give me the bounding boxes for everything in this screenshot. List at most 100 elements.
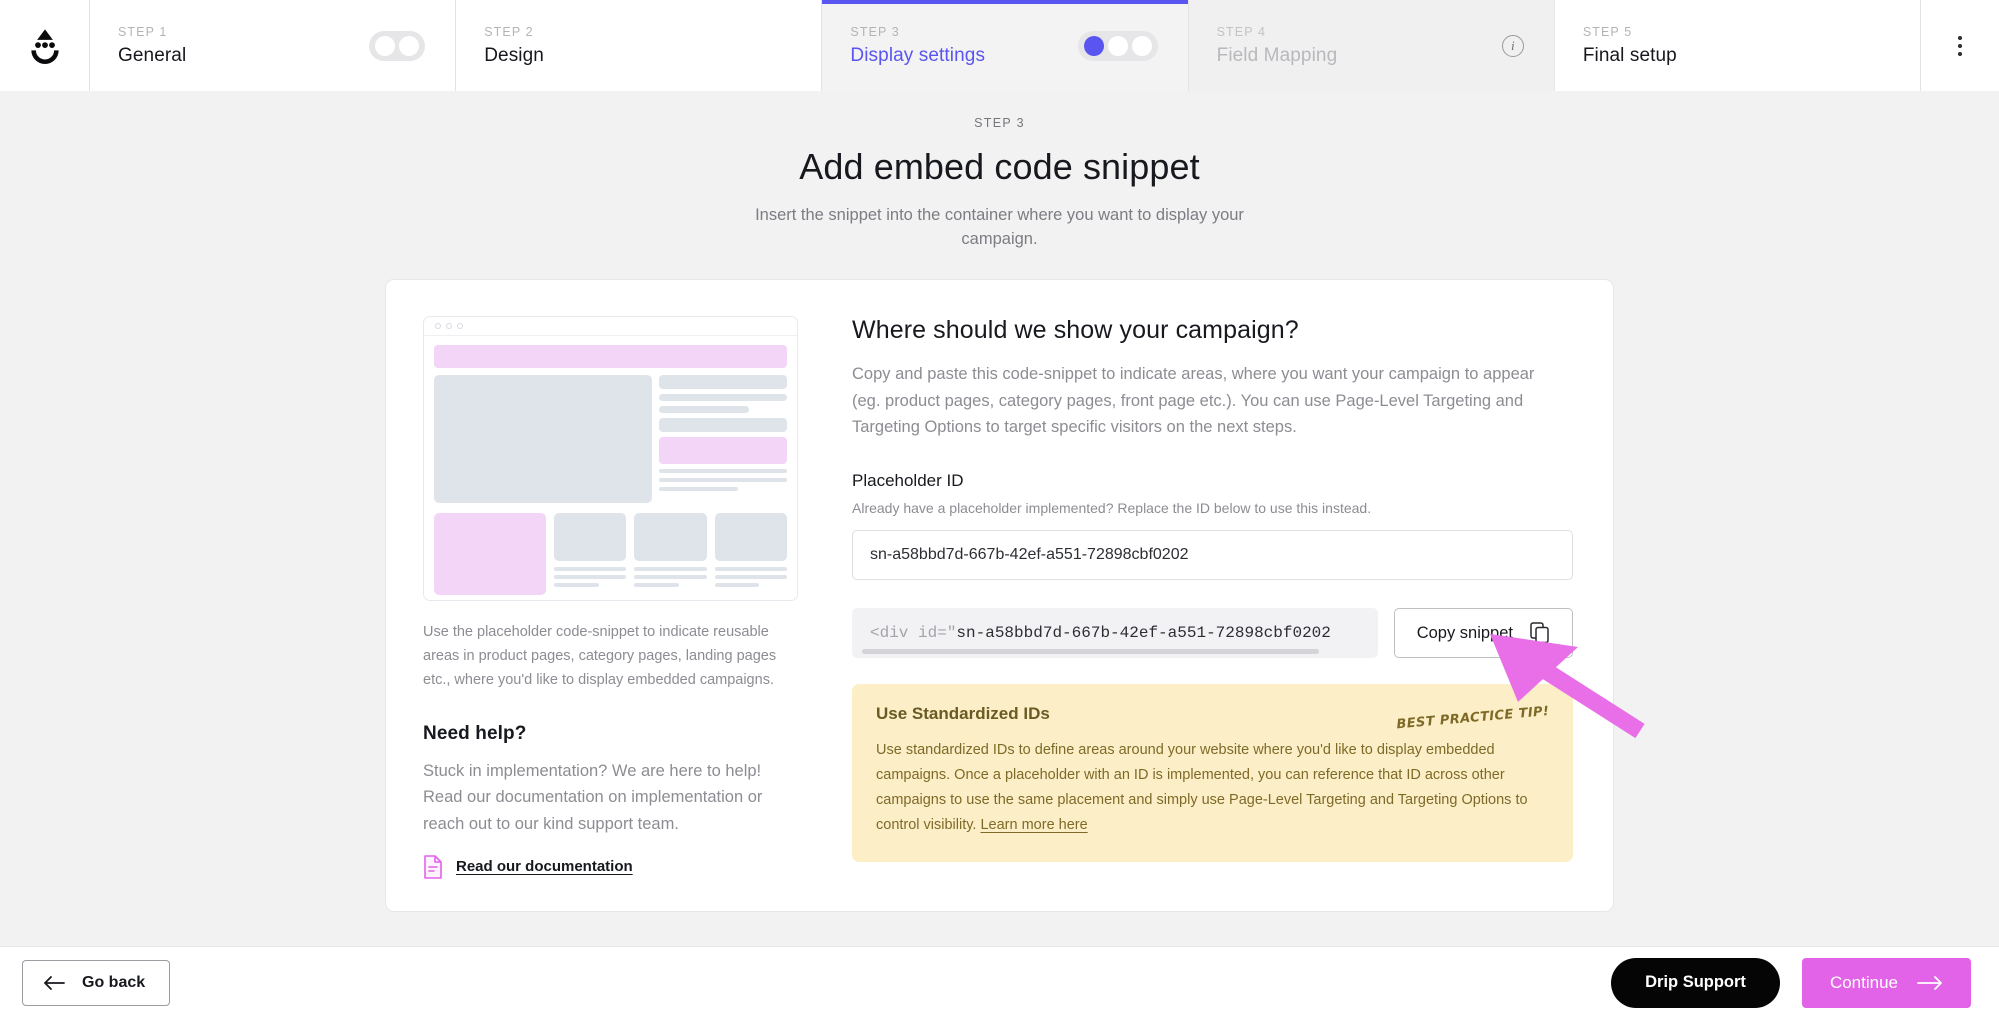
step-title: Final setup [1582, 44, 1677, 66]
tip-title: Use Standardized IDs [876, 704, 1050, 724]
browser-dot [457, 323, 463, 329]
step-tab-2-design[interactable]: STEP 2 Design [456, 0, 823, 91]
wireframe-browser-bar [424, 317, 797, 336]
step-title: Design [484, 44, 544, 66]
placeholder-id-input[interactable] [852, 530, 1573, 581]
step-title: Display settings [850, 44, 986, 66]
wireframe-hero-banner [434, 345, 787, 368]
wireframe-block [659, 487, 739, 491]
step-tab-4-field-mapping[interactable]: STEP 4 Field Mapping i [1188, 0, 1555, 91]
go-back-label: Go back [82, 973, 146, 991]
documentation-link-row[interactable]: Read our documentation [423, 855, 798, 879]
continue-button[interactable]: Continue [1801, 957, 1971, 1008]
tip-learn-more-link[interactable]: Learn more here [980, 817, 1087, 833]
wireframe-block [634, 583, 680, 587]
left-column: Use the placeholder code-snippet to indi… [423, 316, 798, 879]
wireframe-thumb [554, 513, 627, 561]
footer-bar: Go back Drip Support Continue [0, 946, 1999, 1018]
browser-dot [446, 323, 452, 329]
wireframe-block [659, 375, 787, 389]
step-navigation-bar: STEP 1 General STEP 2 Design STEP 3 Disp… [0, 0, 1999, 91]
step-3-progress-pill [1077, 30, 1158, 61]
wireframe-thumb [714, 513, 787, 561]
step-title: General [118, 44, 187, 66]
info-icon[interactable]: i [1501, 34, 1524, 57]
wireframe-block [659, 418, 787, 432]
placeholder-id-hint: Already have a placeholder implemented? … [852, 500, 1372, 517]
main-card: Use the placeholder code-snippet to indi… [385, 279, 1614, 912]
right-panel-description: Copy and paste this code-snippet to indi… [852, 365, 1535, 437]
tip-body: Use standardized IDs to define areas aro… [876, 738, 1549, 838]
wireframe-block [554, 583, 599, 587]
snippet-horizontal-scrollbar[interactable] [862, 649, 1320, 655]
copy-snippet-label: Copy snippet [1416, 623, 1513, 642]
step-kicker: STEP 5 [1582, 24, 1633, 39]
step-title: Field Mapping [1216, 44, 1338, 66]
placeholder-id-label: Placeholder ID [852, 471, 964, 491]
right-column: Where should we show your campaign? Copy… [852, 316, 1573, 879]
wireframe-block [714, 575, 787, 579]
wireframe-middle-row [434, 375, 787, 503]
wireframe-block [554, 567, 627, 571]
website-wireframe-preview [423, 316, 798, 601]
pill-dot [1107, 35, 1128, 56]
need-help-body: Stuck in implementation? We are here to … [423, 761, 763, 833]
need-help-title: Need help? [423, 722, 527, 744]
step-1-progress-pill [369, 30, 426, 61]
wireframe-embed-slot [659, 437, 787, 464]
wireframe-block [634, 575, 707, 579]
pill-dot [399, 35, 420, 56]
wireframe-block [714, 567, 787, 571]
pill-dot [375, 35, 396, 56]
step-tab-1-general[interactable]: STEP 1 General [90, 0, 457, 91]
go-back-button[interactable]: Go back [22, 959, 171, 1006]
step-kicker: STEP 1 [118, 24, 168, 39]
app-root: STEP 1 General STEP 2 Design STEP 3 Disp… [0, 0, 1999, 1018]
kebab-menu-icon [1958, 35, 1963, 56]
wireframe-bottom-row [434, 513, 787, 595]
wireframe-body [424, 336, 797, 600]
tip-badge: BEST PRACTICE TIP! [1395, 704, 1550, 733]
wireframe-sidebar [659, 375, 787, 503]
snippet-id: sn-a58bbd7d-667b-42ef-a551-72898cbf0202 [956, 624, 1331, 643]
right-panel-title: Where should we show your campaign? [852, 316, 1299, 344]
page-subtitle: Insert the snippet into the container wh… [755, 206, 1244, 248]
page-kicker: STEP 3 [974, 116, 1025, 130]
step-kicker: STEP 3 [850, 24, 900, 39]
drip-support-button[interactable]: Drip Support [1611, 957, 1780, 1008]
copy-snippet-button[interactable]: Copy snippet [1393, 608, 1573, 659]
wireframe-note: Use the placeholder code-snippet to indi… [423, 624, 777, 688]
arrow-right-icon [1917, 975, 1942, 990]
snippet-row: <div id="sn-a58bbd7d-667b-42ef-a551-7289… [852, 608, 1573, 659]
step-tab-3-display-settings[interactable]: STEP 3 Display settings [822, 0, 1189, 91]
step-kicker: STEP 4 [1216, 24, 1267, 39]
snippet-prefix: <div id=" [870, 624, 957, 643]
arrow-left-icon [44, 975, 65, 990]
wireframe-card [634, 513, 707, 595]
pill-dot-filled [1083, 35, 1104, 56]
step-tab-5-final-setup[interactable]: STEP 5 Final setup [1554, 0, 1922, 91]
pill-dot [1131, 35, 1152, 56]
wireframe-block [659, 469, 787, 473]
documentation-link[interactable]: Read our documentation [456, 858, 633, 875]
wireframe-block [714, 583, 760, 587]
wireframe-thumb [634, 513, 707, 561]
wireframe-block [659, 478, 787, 482]
browser-dot [435, 323, 441, 329]
best-practice-tip-box: Use Standardized IDs BEST PRACTICE TIP! … [852, 684, 1573, 862]
drip-face-logo-icon [30, 28, 59, 64]
copy-icon [1530, 622, 1549, 644]
snippet-code-box[interactable]: <div id="sn-a58bbd7d-667b-42ef-a551-7289… [852, 608, 1378, 659]
overflow-menu-button[interactable] [1921, 0, 1999, 91]
wireframe-embed-slot [434, 513, 546, 595]
page-header: STEP 3 Add embed code snippet Insert the… [0, 91, 1999, 252]
tip-body-text: Use standardized IDs to define areas aro… [876, 742, 1528, 833]
wireframe-card [554, 513, 627, 595]
wireframe-block [554, 575, 627, 579]
wireframe-block [634, 567, 707, 571]
document-icon [424, 855, 442, 879]
wireframe-block [659, 406, 749, 413]
brand-logo[interactable] [0, 0, 90, 91]
wireframe-card [714, 513, 787, 595]
step-kicker: STEP 2 [484, 24, 534, 39]
